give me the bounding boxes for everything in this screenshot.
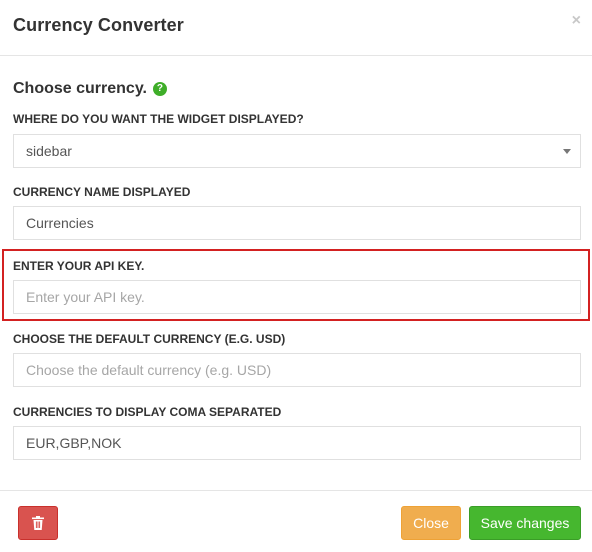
currency-name-input[interactable]: Currencies xyxy=(13,206,581,240)
currencies-list-label: CURRENCIES TO DISPLAY COMA SEPARATED xyxy=(13,405,282,419)
currency-name-label: CURRENCY NAME DISPLAYED xyxy=(13,185,191,199)
section-heading-text: Choose currency. xyxy=(13,80,147,97)
default-currency-label: CHOOSE THE DEFAULT CURRENCY (E.G. USD) xyxy=(13,332,286,346)
section-heading: Choose currency. ? xyxy=(13,80,167,98)
widget-location-label: WHERE DO YOU WANT THE WIDGET DISPLAYED? xyxy=(13,112,304,126)
api-key-label: ENTER YOUR API KEY. xyxy=(13,259,145,273)
default-currency-input[interactable]: Choose the default currency (e.g. USD) xyxy=(13,353,581,387)
help-icon[interactable]: ? xyxy=(152,82,167,96)
modal-header: Currency Converter × xyxy=(0,0,592,56)
close-button[interactable]: Close xyxy=(401,506,461,540)
save-changes-button[interactable]: Save changes xyxy=(469,506,581,540)
trash-icon xyxy=(32,516,44,530)
currency-converter-modal: Currency Converter × Choose currency. ? … xyxy=(0,0,592,552)
widget-location-select[interactable]: sidebar xyxy=(13,134,581,168)
footer-divider xyxy=(0,490,592,491)
modal-title: Currency Converter xyxy=(13,15,184,35)
currencies-list-input[interactable]: EUR,GBP,NOK xyxy=(13,426,581,460)
api-key-input[interactable]: Enter your API key. xyxy=(13,280,581,314)
delete-button[interactable] xyxy=(18,506,58,540)
chevron-down-icon xyxy=(563,149,571,154)
close-icon[interactable]: × xyxy=(572,12,581,30)
widget-location-value: sidebar xyxy=(26,143,72,159)
